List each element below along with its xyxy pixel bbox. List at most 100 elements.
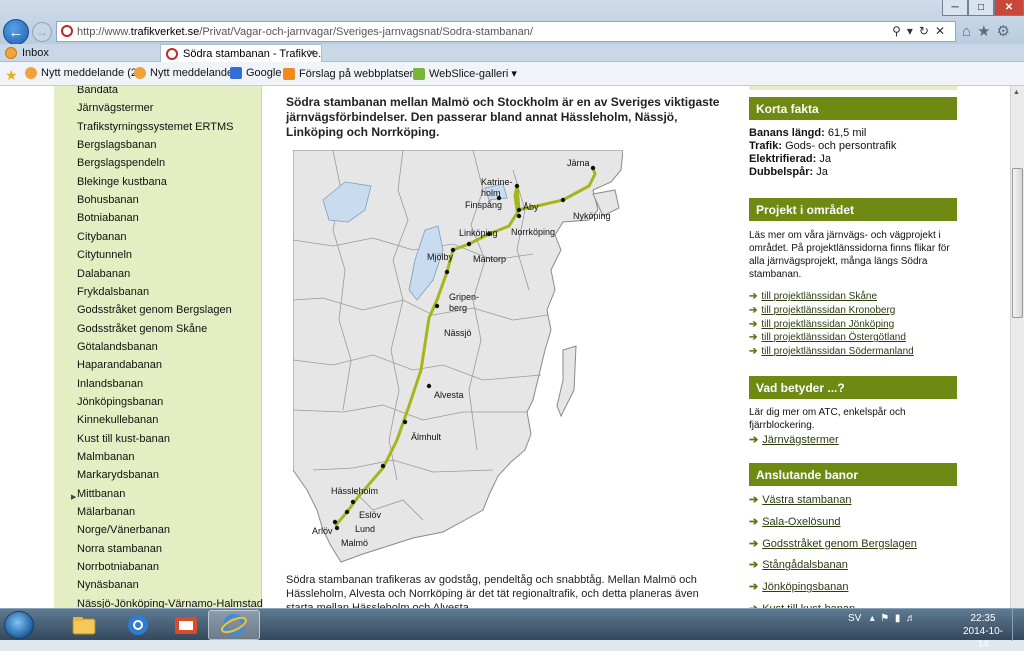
nav-item[interactable]: Godsstråket genom Skåne xyxy=(77,323,207,335)
nav-item[interactable]: Botniabanan xyxy=(77,212,139,224)
favorites-star-button[interactable]: ★ xyxy=(5,67,18,84)
connecting-link[interactable]: ➔ Sala-Oxelösund xyxy=(749,515,841,528)
taskbar-app3[interactable] xyxy=(160,610,212,640)
project-link-label: till projektlänssidan Södermanland xyxy=(761,346,914,358)
nav-item[interactable]: Markarydsbanan xyxy=(77,469,159,481)
tab-close-icon[interactable]: ✕ xyxy=(307,47,316,60)
windows-taskbar: SV ▴ ⚑ ▮ ♬ 22:35 2014-10-14 xyxy=(0,608,1024,650)
fav-label: Förslag på webbplatser xyxy=(299,67,414,80)
connecting-link[interactable]: ➔ Stångådalsbanan xyxy=(749,558,848,571)
right-top-strip xyxy=(749,86,957,90)
project-link[interactable]: ➔ till projektlänssidan Södermanland xyxy=(749,346,914,357)
nav-item[interactable]: Jönköpingsbanan xyxy=(77,396,163,408)
back-arrow-icon[interactable]: ← xyxy=(3,19,29,45)
connecting-link[interactable]: ➔ Godsstråket genom Bergslagen xyxy=(749,537,917,550)
nav-item[interactable]: Malmbanan xyxy=(77,451,134,463)
fav-forslag[interactable]: Förslag på webbplatser ▾ xyxy=(283,67,422,80)
nav-item[interactable]: Dalabanan xyxy=(77,268,130,280)
caption-text: Södra stambanan trafikeras av godståg, p… xyxy=(286,574,699,608)
address-tools-icons[interactable]: ⚲▾↻✕ xyxy=(892,24,951,38)
nav-item[interactable]: Frykdalsbanan xyxy=(77,286,149,298)
system-tray[interactable]: SV ▴ ⚑ ▮ ♬ xyxy=(848,613,916,624)
nav-item[interactable]: Inlandsbanan xyxy=(77,378,143,390)
jarnvagstermer-link[interactable]: ➔ Järnvägstermer xyxy=(749,433,839,446)
start-button[interactable] xyxy=(4,611,34,639)
tab-inbox[interactable]: Inbox xyxy=(0,44,158,62)
nav-item[interactable]: Bohusbanan xyxy=(77,194,139,206)
label-nassjo: Nässjö xyxy=(444,328,472,338)
browser-toolbar-icons[interactable]: ⌂★⚙ xyxy=(962,22,1016,40)
tab-sodra-stambanan[interactable]: Södra stambanan - Trafikve... ✕ xyxy=(160,44,322,62)
projects-text: Läs mer om våra järnvägs- och vägprojekt… xyxy=(749,230,950,280)
fav-nytt-meddelande[interactable]: Nytt meddelande xyxy=(134,67,233,79)
nav-item[interactable]: Nynäsbanan xyxy=(77,579,139,591)
arrow-right-icon: ➔ xyxy=(749,559,759,572)
connecting-link[interactable]: ➔ Jönköpingsbanan xyxy=(749,580,848,593)
nav-item[interactable]: Norrbotniabanan xyxy=(77,561,159,573)
show-desktop-button[interactable] xyxy=(1012,609,1024,641)
intro-text: Södra stambanan mellan Malmö och Stockho… xyxy=(286,95,720,139)
nav-item[interactable]: Blekinge kustbana xyxy=(77,176,167,188)
arrow-right-icon: ➔ xyxy=(749,537,759,550)
label-katrineholm-1: Katrine- xyxy=(481,177,513,187)
nav-item[interactable]: Norra stambanan xyxy=(77,543,162,555)
fav-nytt-meddelande-2[interactable]: Nytt meddelande (2) xyxy=(25,67,141,79)
nav-item[interactable]: Götalandsbanan xyxy=(77,341,158,353)
fact-row: Banans längd: 61,5 mil xyxy=(749,127,867,139)
nav-item[interactable]: Godsstråket genom Bergslagen xyxy=(77,304,232,316)
scroll-up-icon[interactable]: ▲ xyxy=(1013,89,1020,96)
arrow-right-icon: ➔ xyxy=(749,332,758,344)
facts-heading: Korta fakta xyxy=(749,97,957,120)
nav-item[interactable]: Bergslagsbanan xyxy=(77,139,157,151)
tab-inbox-label: Inbox xyxy=(22,47,49,59)
taskbar-explorer[interactable] xyxy=(58,610,110,640)
meaning-heading: Vad betyder ...? xyxy=(749,376,957,399)
label-norrkoping: Norrköping xyxy=(511,227,555,237)
nav-item[interactable]: Kinnekullebanan xyxy=(77,414,158,426)
connecting-link-label: Stångådalsbanan xyxy=(762,559,848,572)
vertical-scrollbar[interactable]: ▲ xyxy=(1010,86,1024,608)
fav-webslice[interactable]: WebSlice-galleri ▾ xyxy=(413,67,517,80)
connecting-link[interactable]: ➔ Västra stambanan xyxy=(749,493,852,506)
clock[interactable]: 22:35 2014-10-14 xyxy=(958,612,1008,651)
presentation-icon xyxy=(175,617,197,634)
nav-item[interactable]: Trafikstyrningssystemet ERTMS xyxy=(77,121,233,133)
home-icon: ⌂ xyxy=(962,23,978,40)
nav-item[interactable]: Citytunneln xyxy=(77,249,132,261)
minimize-button[interactable]: ─ xyxy=(942,0,968,16)
label-almhult: Älmhult xyxy=(411,432,442,442)
projects-heading: Projekt i området xyxy=(749,198,957,221)
project-link-label: till projektlänssidan Östergötland xyxy=(761,332,906,344)
nav-item[interactable]: Kust till kust-banan xyxy=(77,433,170,445)
taskbar-app2[interactable] xyxy=(112,610,164,640)
favorites-star-icon: ★ xyxy=(977,23,997,40)
fav-label: WebSlice-galleri xyxy=(429,67,509,80)
close-window-button[interactable]: ✕ xyxy=(994,0,1024,16)
project-link[interactable]: ➔ till projektlänssidan Kronoberg xyxy=(749,305,895,316)
taskbar-internet-explorer[interactable] xyxy=(208,610,260,640)
nav-item[interactable]: Järnvägstermer xyxy=(77,102,153,114)
nav-item[interactable]: Mittbanan xyxy=(77,488,125,500)
nav-item[interactable]: Bandata xyxy=(77,86,118,96)
nav-item[interactable]: Haparandabanan xyxy=(77,359,162,371)
connecting-heading: Anslutande banor xyxy=(749,463,957,486)
nav-item[interactable]: Nässjö-Jönköping-Värnamo-Halmstad xyxy=(77,598,263,608)
fav-google[interactable]: Google xyxy=(230,67,281,79)
scrollbar-thumb[interactable] xyxy=(1012,168,1023,318)
nav-item[interactable]: Mälarbanan xyxy=(77,506,135,518)
nav-item[interactable]: Norge/Vänerbanan xyxy=(77,524,170,536)
nav-item[interactable]: Bergslagspendeln xyxy=(77,157,165,169)
forward-arrow-icon[interactable]: → xyxy=(32,22,52,42)
project-link[interactable]: ➔ till projektlänssidan Skåne xyxy=(749,291,877,302)
site-favicon-icon xyxy=(61,25,73,37)
address-bar[interactable]: http://www. trafikverket.se/Privat/Vagar-… xyxy=(56,21,956,42)
clock-time: 22:35 xyxy=(970,613,996,624)
project-link[interactable]: ➔ till projektlänssidan Östergötland xyxy=(749,332,906,343)
label-nykoping: Nyköping xyxy=(573,211,611,221)
project-link[interactable]: ➔ till projektlänssidan Jönköping xyxy=(749,319,894,330)
signal-icon: ▮ xyxy=(894,613,901,624)
nav-item[interactable]: Citybanan xyxy=(77,231,127,243)
maximize-button[interactable]: □ xyxy=(968,0,994,16)
arrow-right-icon: ➔ xyxy=(749,434,759,446)
fact-row: Trafik: Gods- och persontrafik xyxy=(749,140,897,152)
